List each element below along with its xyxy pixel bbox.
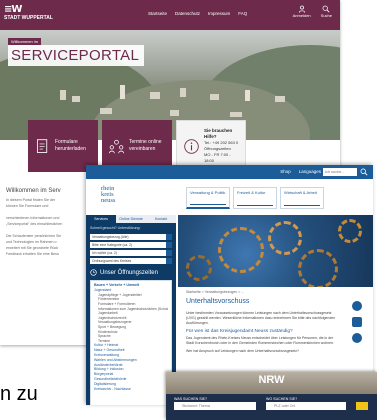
arrow-right-icon <box>284 205 320 206</box>
user-icon <box>298 5 305 13</box>
rkn-main-nav: Verwaltung & Politik Freizeit & Kultur W… <box>186 187 324 209</box>
nav-freizeit-kultur[interactable]: Freizeit & Kultur <box>233 187 277 209</box>
wuppertal-logo-mark: ≡W <box>4 4 22 15</box>
wuppertal-logo[interactable]: ≡W STADT WUPPERTAL <box>4 4 53 25</box>
what-search-input[interactable]: Stichwort: Thema <box>174 402 256 410</box>
print-icon[interactable] <box>352 317 362 327</box>
where-search-input[interactable]: PLZ oder Ort <box>266 402 346 410</box>
article-paragraph: Unter bestimmten Voraussetzungen können … <box>186 311 336 325</box>
share-icon[interactable] <box>352 301 362 311</box>
nrw-search-bar: WAS SUCHEN SIE? Stichwort: Thema WO SUCH… <box>166 394 377 420</box>
breadcrumb[interactable]: Startseite > Verwaltungsbezogen > ... <box>186 290 244 294</box>
nrw-portal-window: NRW WAS SUCHEN SIE? Stichwort: Thema WO … <box>166 372 377 420</box>
page-title: SERVICEPORTAL <box>8 45 145 66</box>
login-label: Anmelden <box>292 13 311 18</box>
nav-wirtschaft-arbeit-label: Wirtschaft & Arbeit <box>284 190 317 195</box>
wuppertal-top-nav: Startseite Datenschutz Impressum FAQ <box>148 11 247 16</box>
arrow-right-icon <box>190 204 226 205</box>
menu-section[interactable]: Kreisarchiv - Nachlasse <box>94 387 168 392</box>
tile-book-appointment-label: Termine online vereinbaren <box>129 139 162 152</box>
where-search-label: WO SUCHEN SIE? <box>266 397 298 401</box>
filter-select[interactable]: Bitte eine Kategorie (ca. 2) <box>90 242 172 248</box>
wuppertal-header-tools: Anmelden Suche <box>293 5 332 18</box>
filter-select[interactable]: Ich wähle (ca. 2) <box>90 250 172 256</box>
filter-select[interactable]: Verwaltungsbezug (Alle) <box>90 234 172 240</box>
document-icon <box>36 138 48 153</box>
nrw-search-button[interactable] <box>356 402 368 410</box>
help-heading: Sie brauchen Hilfe? <box>204 128 233 139</box>
tab-kontakt[interactable]: Kontakt <box>146 215 176 223</box>
sidebar-menu: Bauen + Verkehr + Umwelt Jugendamt Jugen… <box>90 280 172 405</box>
article-paragraph: Wer hat Anspruch auf Leistungen nach dem… <box>186 349 299 353</box>
article-body: Unter bestimmten Voraussetzungen können … <box>186 311 341 357</box>
languages-dropdown[interactable]: Languages <box>299 169 321 174</box>
nav-link-faq[interactable]: FAQ <box>238 11 247 16</box>
gears-banner-image <box>178 215 373 287</box>
hero-kicker: Willkommen im <box>8 38 42 45</box>
audio-icon[interactable] <box>352 333 362 343</box>
sidebar-question: Schnell gesucht? Unterstützung: <box>90 226 141 230</box>
nav-link-datenschutz[interactable]: Datenschutz <box>175 11 200 16</box>
info-icon <box>184 138 199 154</box>
wuppertal-logo-name: STADT WUPPERTAL <box>4 15 53 21</box>
rhein-kreis-neuss-window: Shop Languages rhein kreis neuss Verwalt… <box>86 165 373 405</box>
rkn-sidebar: Services Online Dienste Kontakt Schnell … <box>86 215 176 405</box>
opening-hours-label: Unser Öffnungszeiten <box>100 269 158 276</box>
filter-select[interactable]: Ordnungsamt des Kreises <box>90 258 172 264</box>
arrow-right-icon <box>237 205 273 206</box>
nav-verwaltung-politik[interactable]: Verwaltung & Politik <box>186 187 230 209</box>
sidebar-tabs: Services Online Dienste Kontakt <box>86 215 176 223</box>
shop-link[interactable]: Shop <box>280 169 291 174</box>
rkn-search-input[interactable] <box>323 168 357 176</box>
article-subheading: Für wen ist das Kreisjugendamt Neuss zus… <box>186 329 293 334</box>
help-phone[interactable]: Tel.: +49 202 563 0 <box>204 140 238 145</box>
tile-download-forms-label: Formulare herunterladen <box>55 139 86 152</box>
what-search-label: WAS SUCHEN SIE? <box>174 397 208 401</box>
search-label: Suche <box>320 13 332 18</box>
search-icon[interactable] <box>360 168 368 176</box>
rkn-top-bar: Shop Languages <box>86 165 373 179</box>
search-icon <box>322 5 330 13</box>
help-info-text: Sie brauchen Hilfe? Tel.: +49 202 563 0 … <box>204 128 239 164</box>
page-title-text: SERVICEPORTAL <box>11 47 140 64</box>
article-paragraph: Das Jugendamt des Rhein-Kreises Neuss en… <box>186 336 335 345</box>
opening-hours-link[interactable]: Unser Öffnungszeiten <box>90 269 172 276</box>
help-hours: MO - FR 7:00 - 18:00 <box>204 152 231 163</box>
article-heading: Unterhaltsvorschuss <box>186 298 250 305</box>
article-actions <box>352 301 362 343</box>
wuppertal-header: ≡W STADT WUPPERTAL Startseite Datenschut… <box>0 0 340 30</box>
nav-freizeit-kultur-label: Freizeit & Kultur <box>237 190 266 195</box>
screenshot-collage: ≡W STADT WUPPERTAL Startseite Datenschut… <box>0 0 377 420</box>
nrw-title: NRW <box>258 374 285 386</box>
rkn-logo[interactable]: rhein kreis neuss <box>101 185 141 204</box>
nav-wirtschaft-arbeit[interactable]: Wirtschaft & Arbeit <box>280 187 324 209</box>
tab-online-dienste[interactable]: Online Dienste <box>116 215 146 223</box>
login-button[interactable]: Anmelden <box>293 5 311 18</box>
search-button[interactable]: Suche <box>321 5 332 18</box>
tab-services[interactable]: Services <box>86 215 116 223</box>
nav-verwaltung-politik-label: Verwaltung & Politik <box>190 190 226 195</box>
clock-icon <box>90 269 97 276</box>
nav-link-impressum[interactable]: Impressum <box>208 11 230 16</box>
people-icon <box>108 139 125 153</box>
partial-text: n zu <box>0 383 38 405</box>
rkn-logo-line: neuss <box>101 197 116 204</box>
rkn-top-links: Shop Languages <box>280 169 321 174</box>
help-hours-label: Öffnungszeiten <box>204 146 231 151</box>
nav-link-startseite[interactable]: Startseite <box>148 11 167 16</box>
